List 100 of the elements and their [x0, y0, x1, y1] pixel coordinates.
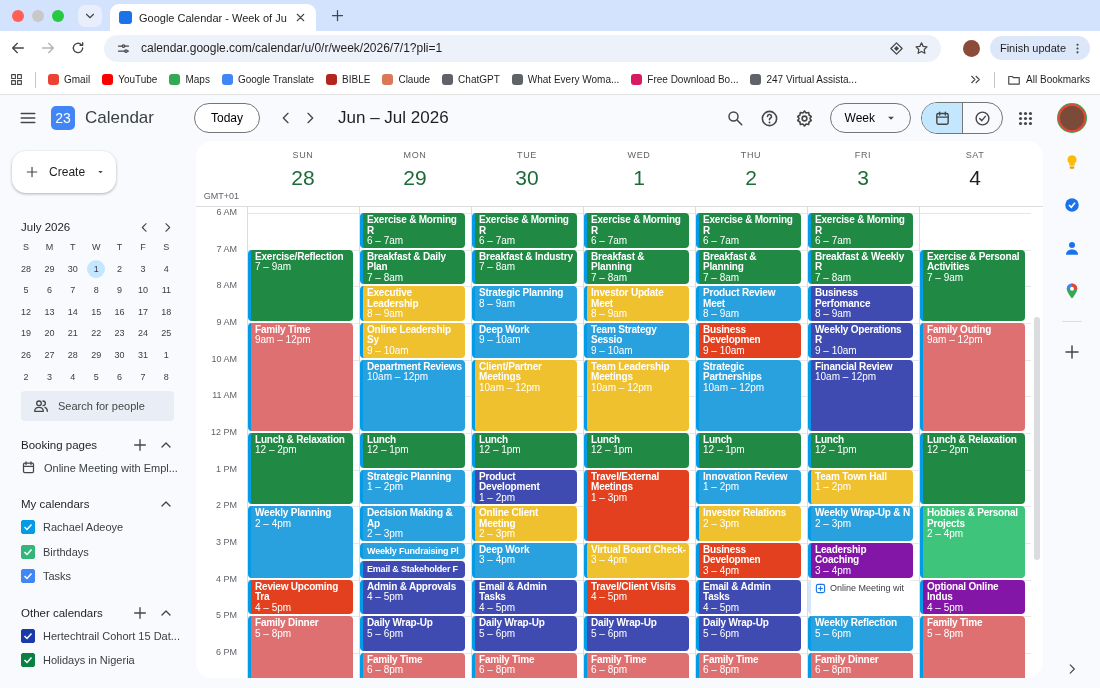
date-cell[interactable]: 11: [157, 281, 176, 300]
calendar-event[interactable]: Lunch 12 – 1pm: [584, 432, 689, 468]
date-cell[interactable]: 25: [157, 324, 176, 343]
add-icon[interactable]: [132, 436, 148, 453]
calendar-event[interactable]: Exercise & Morning R 6 – 7am: [472, 213, 577, 248]
help-icon[interactable]: [759, 108, 779, 128]
date-cell[interactable]: 19: [17, 324, 35, 343]
bookmark-star-icon[interactable]: [913, 40, 929, 56]
search-icon[interactable]: [725, 109, 744, 127]
calendar-event[interactable]: Exercise & Morning R 6 – 7am: [696, 213, 801, 248]
calendar-event[interactable]: Review Upcoming Tra 4 – 5pm: [248, 579, 353, 615]
calendar-event[interactable]: Travel/External Meetings 1 – 3pm: [584, 469, 689, 541]
bookmark-link[interactable]: 247 Virtual Assista...: [750, 74, 857, 85]
date-cell[interactable]: 12: [17, 302, 35, 321]
date-cell[interactable]: 17: [133, 302, 152, 321]
calendar-event[interactable]: Business Developmen 9 – 10am: [696, 322, 801, 358]
date-cell[interactable]: 27: [40, 345, 59, 364]
add-icon[interactable]: [1062, 343, 1081, 361]
reload-icon[interactable]: [70, 40, 86, 56]
checkbox[interactable]: [21, 653, 35, 668]
booking-slot[interactable]: Online Meeting wit: [808, 579, 913, 615]
back-icon[interactable]: [10, 40, 26, 56]
calendar-event[interactable]: Lunch & Relaxation 12 – 2pm: [248, 433, 353, 505]
checkbox[interactable]: [21, 569, 35, 584]
date-cell[interactable]: 7: [63, 281, 82, 300]
date-cell[interactable]: 10: [133, 281, 152, 300]
bookmark-link[interactable]: ChatGPT: [442, 74, 500, 85]
calendar-event[interactable]: Breakfast & Planning 7 – 8am: [584, 249, 689, 285]
calendar-event[interactable]: Product Development 1 – 2pm: [472, 469, 577, 505]
checkbox[interactable]: [21, 520, 35, 535]
new-tab-icon[interactable]: [329, 8, 345, 23]
date-cell[interactable]: 4: [157, 259, 176, 278]
date-number[interactable]: 28: [291, 166, 315, 190]
date-cell[interactable]: 24: [133, 324, 152, 343]
calendar-event[interactable]: Email & Admin Tasks 4 – 5pm: [696, 579, 801, 615]
date-cell[interactable]: 28: [63, 345, 82, 364]
calendar-event[interactable]: Lunch & Relaxation 12 – 2pm: [920, 433, 1025, 505]
date-number[interactable]: 30: [515, 166, 539, 190]
browser-tab[interactable]: Google Calendar - Week of Ju: [110, 4, 316, 31]
calendar-event[interactable]: Exercise/Reflection 7 – 9am: [248, 249, 353, 321]
calendar-event[interactable]: Business Developmen 3 – 4pm: [696, 542, 801, 578]
date-cell[interactable]: 2: [17, 367, 35, 386]
bookmark-link[interactable]: Maps: [169, 74, 210, 85]
calendar-list-item[interactable]: Rachael Adeoye: [0, 515, 196, 540]
check-circle-icon[interactable]: [1062, 196, 1081, 214]
date-cell[interactable]: 14: [63, 302, 82, 321]
date-cell[interactable]: 5: [17, 281, 35, 300]
date-cell[interactable]: 23: [110, 324, 129, 343]
date-cell[interactable]: 20: [40, 324, 59, 343]
calendar-event[interactable]: Optional Online Indus 4 – 5pm: [920, 579, 1025, 615]
date-cell[interactable]: 15: [87, 302, 106, 321]
date-cell[interactable]: 30: [110, 345, 129, 364]
calendar-event[interactable]: Breakfast & Industry 7 – 8am: [472, 249, 577, 285]
calendar-event[interactable]: Admin & Approvals 4 – 5pm: [360, 579, 465, 615]
search-people-field[interactable]: Search for people: [21, 390, 174, 421]
booking-page-item[interactable]: Online Meeting with Empl...: [0, 455, 196, 481]
date-cell[interactable]: 6: [110, 367, 129, 386]
bookmark-link[interactable]: What Every Woma...: [511, 74, 620, 85]
calendar-event[interactable]: Breakfast & Daily Plan 7 – 8am: [360, 249, 465, 285]
today-button[interactable]: Today: [194, 103, 261, 133]
calendar-event[interactable]: Exercise & Personal Activities 7 – 9am: [920, 249, 1025, 321]
checkbox[interactable]: [21, 544, 35, 559]
date-cell[interactable]: 2: [110, 259, 129, 278]
date-cell[interactable]: 26: [17, 345, 35, 364]
date-number[interactable]: 1: [633, 166, 645, 190]
calendar-list-item[interactable]: Holidays in Nigeria: [0, 648, 196, 673]
calendar-list-item[interactable]: Birthdays: [0, 539, 196, 565]
extension-icon[interactable]: [888, 40, 904, 56]
section-title[interactable]: Booking pages: [21, 438, 98, 451]
calendar-event[interactable]: Leadership Coaching 3 – 4pm: [808, 542, 913, 578]
calendar-event[interactable]: Daily Wrap-Up 5 – 6pm: [472, 616, 577, 651]
date-cell[interactable]: 30: [63, 259, 82, 278]
apps-grid-icon[interactable]: [1017, 109, 1034, 127]
bookmark-link[interactable]: Google Translate: [221, 74, 315, 85]
date-cell[interactable]: 18: [157, 302, 176, 321]
calendar-event[interactable]: Lunch 12 – 1pm: [360, 432, 465, 468]
more-bookmarks-icon[interactable]: [969, 73, 983, 86]
date-cell[interactable]: 13: [40, 302, 59, 321]
add-icon[interactable]: [132, 604, 148, 621]
bookmark-link[interactable]: YouTube: [102, 74, 158, 85]
address-field[interactable]: calendar.google.com/calendar/u/0/r/week/2026/7/1?pli=1: [104, 34, 941, 62]
bookmark-link[interactable]: Free Download Bo...: [631, 74, 739, 85]
calendar-view-button[interactable]: [922, 103, 962, 133]
calendar-event[interactable]: Exercise & Morning R 6 – 7am: [584, 213, 689, 248]
calendar-event[interactable]: Breakfast & Weekly R 7 – 8am: [808, 249, 913, 285]
date-cell[interactable]: 29: [87, 345, 106, 364]
date-cell[interactable]: 3: [133, 259, 152, 278]
scrollbar[interactable]: [1034, 317, 1040, 560]
profile-avatar[interactable]: [962, 39, 980, 57]
create-button[interactable]: Create: [12, 151, 116, 193]
calendar-event[interactable]: Exercise & Morning R 6 – 7am: [808, 213, 913, 248]
calendar-event[interactable]: Daily Wrap-Up 5 – 6pm: [696, 616, 801, 651]
calendar-event[interactable]: Daily Wrap-Up 5 – 6pm: [360, 616, 465, 651]
date-cell[interactable]: 22: [87, 324, 106, 343]
bookmark-link[interactable]: Claude: [382, 74, 431, 85]
date-cell[interactable]: 21: [63, 324, 82, 343]
calendar-event[interactable]: Financial Review 10am – 12pm: [808, 359, 913, 431]
date-cell[interactable]: 29: [40, 259, 59, 278]
bookmark-link[interactable]: BIBLE: [326, 74, 371, 85]
date-cell[interactable]: 4: [63, 367, 82, 386]
